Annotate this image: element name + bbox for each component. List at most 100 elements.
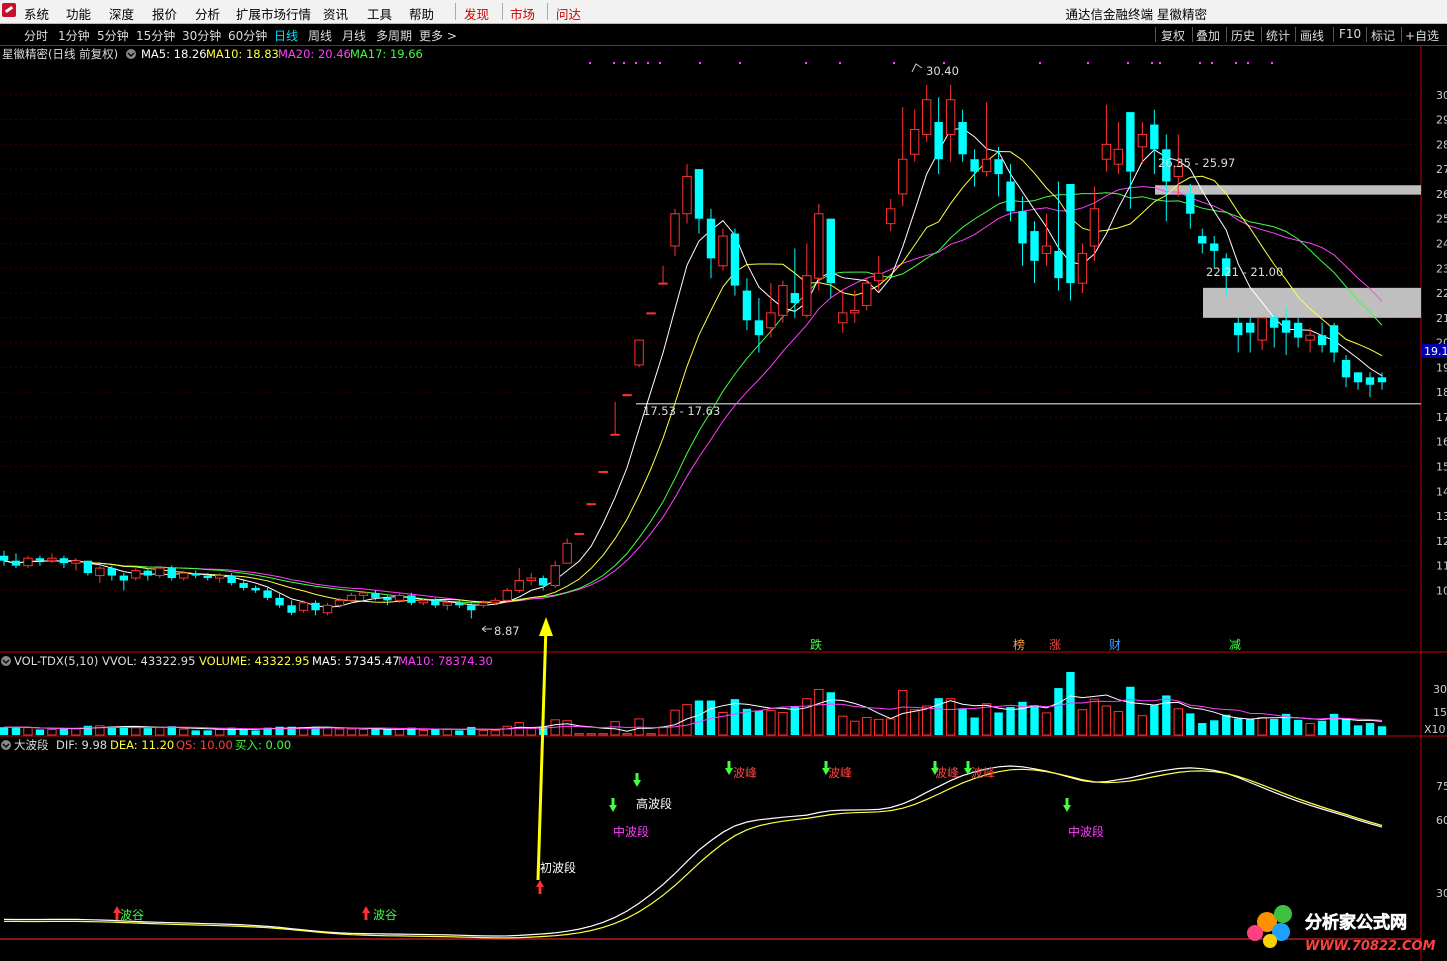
price-tick: 21 bbox=[1436, 312, 1447, 325]
price-tick: 14 bbox=[1436, 485, 1447, 498]
price-tick: 29 bbox=[1436, 114, 1447, 127]
candle-body bbox=[1329, 325, 1339, 353]
volume-bar bbox=[1030, 705, 1039, 735]
stock-chart[interactable]: 3029282726252423222120191817161514131211… bbox=[0, 46, 1447, 961]
volume-bar bbox=[670, 709, 680, 736]
menu-tools[interactable]: 工具 bbox=[367, 4, 392, 23]
candle-body bbox=[694, 169, 704, 219]
volume-legend-volume: VOLUME: 43322.95 bbox=[199, 654, 310, 668]
candle-body bbox=[298, 602, 309, 611]
event-dot bbox=[738, 61, 742, 65]
event-dot bbox=[1234, 61, 1238, 65]
event-marker[interactable]: 涨 bbox=[1049, 637, 1061, 652]
menu-ask[interactable]: 问达 bbox=[556, 4, 581, 23]
event-marker[interactable]: 榜 bbox=[1013, 637, 1025, 652]
candle-body bbox=[322, 604, 333, 614]
candle-body bbox=[945, 99, 956, 135]
candle-body bbox=[670, 213, 680, 247]
candle-body bbox=[850, 309, 860, 314]
volume-bar bbox=[1245, 718, 1255, 735]
tool-mark[interactable]: 标记 bbox=[1371, 27, 1395, 44]
period-timeshare[interactable]: 分时 bbox=[24, 27, 48, 44]
menu-news[interactable]: 资讯 bbox=[323, 4, 348, 23]
volume-bar bbox=[239, 729, 248, 735]
label-trough: 波谷 bbox=[120, 908, 144, 922]
period-multi[interactable]: 多周期 bbox=[376, 27, 412, 44]
candle-body bbox=[586, 503, 596, 506]
candle-body bbox=[706, 218, 716, 259]
event-marker[interactable]: 跌 bbox=[810, 637, 822, 652]
menu-function[interactable]: 功能 bbox=[66, 4, 91, 23]
wave-legend-qs: QS: 10.00 bbox=[176, 738, 233, 752]
period-30min[interactable]: 30分钟 bbox=[182, 27, 221, 44]
price-tick: 24 bbox=[1436, 237, 1447, 250]
label-middle-wave: 中波段 bbox=[1068, 824, 1104, 839]
volume-bar bbox=[1353, 725, 1363, 735]
candle-body bbox=[778, 285, 788, 316]
candle-body bbox=[1054, 250, 1063, 279]
menu-system[interactable]: 系统 bbox=[24, 4, 49, 23]
volume-bar bbox=[71, 728, 81, 736]
event-dot bbox=[634, 61, 638, 65]
menu-extended-market[interactable]: 扩展市场行情 bbox=[236, 4, 311, 23]
legend-toggle-icon[interactable] bbox=[126, 49, 136, 59]
tool-draw[interactable]: 画线 bbox=[1300, 27, 1324, 44]
event-dot bbox=[1198, 61, 1202, 65]
menu-discover[interactable]: 发现 bbox=[464, 4, 489, 23]
candle-body bbox=[83, 560, 93, 574]
volume-bar bbox=[334, 728, 345, 736]
volume-bar bbox=[598, 733, 608, 736]
event-dot bbox=[1086, 61, 1090, 65]
period-15min[interactable]: 15分钟 bbox=[136, 27, 175, 44]
period-monthly[interactable]: 月线 bbox=[342, 27, 366, 44]
period-more[interactable]: 更多 > bbox=[419, 27, 457, 44]
menu-help[interactable]: 帮助 bbox=[409, 4, 434, 23]
dif-line bbox=[3, 765, 1383, 937]
period-5min[interactable]: 5分钟 bbox=[97, 27, 129, 44]
menu-market[interactable]: 市场 bbox=[510, 4, 535, 23]
candle-body bbox=[562, 542, 572, 564]
volume-bar bbox=[346, 728, 357, 736]
tool-add-watchlist[interactable]: +自选 bbox=[1405, 27, 1439, 44]
candle-body bbox=[1365, 377, 1375, 385]
tool-overlay[interactable]: 叠加 bbox=[1196, 27, 1220, 44]
volume-bar bbox=[1341, 718, 1351, 735]
volume-bar bbox=[179, 728, 189, 736]
sell-arrow-icon bbox=[633, 773, 641, 787]
tool-history[interactable]: 历史 bbox=[1231, 27, 1255, 44]
menu-analysis[interactable]: 分析 bbox=[195, 4, 220, 23]
period-daily[interactable]: 日线 bbox=[274, 27, 298, 44]
menu-bar: 系统 功能 深度 报价 分析 扩展市场行情 资讯 工具 帮助 发现 市场 问达 … bbox=[0, 0, 1447, 24]
volume-bar bbox=[191, 730, 200, 735]
volume-bar bbox=[1089, 698, 1100, 736]
app-logo-icon bbox=[2, 3, 16, 17]
tool-rights-adjust[interactable]: 复权 bbox=[1161, 27, 1185, 44]
period-weekly[interactable]: 周线 bbox=[308, 27, 332, 44]
menu-quote[interactable]: 报价 bbox=[152, 4, 177, 23]
event-marker[interactable]: 减 bbox=[1229, 638, 1241, 652]
wave-settings-icon[interactable] bbox=[1, 740, 11, 750]
event-marker[interactable]: 财 bbox=[1109, 638, 1121, 652]
menu-depth[interactable]: 深度 bbox=[109, 4, 134, 23]
volume-bar bbox=[1305, 723, 1315, 736]
volume-bar bbox=[1126, 686, 1135, 735]
moving-average-lines bbox=[3, 127, 1383, 608]
volume-bar bbox=[155, 727, 165, 736]
volume-bar bbox=[646, 733, 656, 736]
price-tick: 16 bbox=[1436, 436, 1447, 449]
period-60min[interactable]: 60分钟 bbox=[228, 27, 267, 44]
volume-bar bbox=[1186, 713, 1195, 735]
candle-body bbox=[1317, 335, 1327, 346]
candle-body bbox=[394, 594, 405, 601]
watermark-logo-icon bbox=[1247, 905, 1292, 948]
period-1min[interactable]: 1分钟 bbox=[58, 27, 90, 44]
volume-settings-icon[interactable] bbox=[1, 656, 11, 666]
event-dot bbox=[612, 61, 616, 65]
price-tick: 17 bbox=[1436, 411, 1447, 424]
price-tick: 23 bbox=[1436, 262, 1447, 275]
toolbar-separator bbox=[1226, 27, 1227, 42]
tool-statistics[interactable]: 统计 bbox=[1266, 27, 1290, 44]
toolbar-separator bbox=[1155, 27, 1156, 42]
tool-f10[interactable]: F10 bbox=[1339, 27, 1361, 41]
high-price-label: 30.40 bbox=[926, 64, 959, 78]
